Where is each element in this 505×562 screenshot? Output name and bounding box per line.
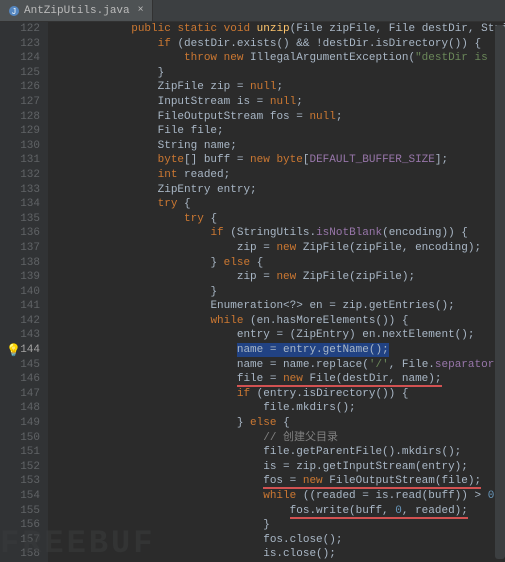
line-number: 152 — [0, 460, 40, 475]
code-line[interactable]: public static void unzip(File zipFile, F… — [52, 22, 505, 37]
code-line[interactable]: } — [52, 66, 505, 81]
line-number: 137 — [0, 241, 40, 256]
code-line[interactable]: int readed; — [52, 168, 505, 183]
code-line[interactable]: name = name.replace('/', File.separatorC… — [52, 358, 505, 373]
code-line[interactable]: fos.close(); — [52, 533, 505, 548]
code-line[interactable]: Enumeration<?> en = zip.getEntries(); — [52, 299, 505, 314]
close-tab-icon[interactable]: × — [138, 5, 144, 16]
code-line[interactable]: is = zip.getInputStream(entry); — [52, 460, 505, 475]
line-number: 127 — [0, 95, 40, 110]
file-tab[interactable]: J AntZipUtils.java × — [0, 0, 153, 21]
code-line[interactable]: name = entry.getName(); — [52, 343, 505, 358]
code-line[interactable]: byte[] buff = new byte[DEFAULT_BUFFER_SI… — [52, 153, 505, 168]
code-line[interactable]: if (entry.isDirectory()) { — [52, 387, 505, 402]
code-line[interactable]: ZipFile zip = null; — [52, 80, 505, 95]
code-line[interactable]: } — [52, 285, 505, 300]
line-number: 140 — [0, 285, 40, 300]
code-line[interactable]: } — [52, 518, 505, 533]
code-line[interactable]: try { — [52, 197, 505, 212]
code-line[interactable]: while (en.hasMoreElements()) { — [52, 314, 505, 329]
line-number: 123 — [0, 37, 40, 52]
line-number: 148 — [0, 401, 40, 416]
line-number: 142 — [0, 314, 40, 329]
code-line[interactable]: if (destDir.exists() && !destDir.isDirec… — [52, 37, 505, 52]
line-number: 156 — [0, 518, 40, 533]
line-number: 124 — [0, 51, 40, 66]
line-number: 143 — [0, 328, 40, 343]
line-number: 129 — [0, 124, 40, 139]
tab-filename: AntZipUtils.java — [24, 5, 130, 17]
line-gutter: 1221231241251261271281291301311321331341… — [0, 22, 48, 562]
code-line[interactable]: file.mkdirs(); — [52, 401, 505, 416]
code-line[interactable]: entry = (ZipEntry) en.nextElement(); — [52, 328, 505, 343]
line-number: 133 — [0, 183, 40, 198]
code-area[interactable]: public static void unzip(File zipFile, F… — [48, 22, 505, 562]
code-line[interactable]: fos = new FileOutputStream(file); — [52, 474, 505, 489]
code-line[interactable]: ZipEntry entry; — [52, 183, 505, 198]
code-line[interactable]: // 创建父目录 — [52, 431, 505, 446]
code-line[interactable]: } else { — [52, 256, 505, 271]
code-line[interactable]: if (StringUtils.isNotBlank(encoding)) { — [52, 226, 505, 241]
line-number: 126 — [0, 80, 40, 95]
code-line[interactable]: zip = new ZipFile(zipFile, encoding); — [52, 241, 505, 256]
code-line[interactable]: file = new File(destDir, name); — [52, 372, 505, 387]
line-number: 139 — [0, 270, 40, 285]
line-number: 149 — [0, 416, 40, 431]
tab-bar: J AntZipUtils.java × — [0, 0, 505, 22]
line-number: 153 — [0, 474, 40, 489]
java-file-icon: J — [8, 5, 20, 17]
line-number: 154 — [0, 489, 40, 504]
line-number: 132 — [0, 168, 40, 183]
line-number: 146 — [0, 372, 40, 387]
line-number: 145 — [0, 358, 40, 373]
line-number: 134 — [0, 197, 40, 212]
line-number: 138 — [0, 256, 40, 271]
line-number: 150 — [0, 431, 40, 446]
code-line[interactable]: zip = new ZipFile(zipFile); — [52, 270, 505, 285]
line-number: 158 — [0, 547, 40, 562]
code-line[interactable]: } else { — [52, 416, 505, 431]
intention-bulb-icon[interactable]: 💡 — [6, 343, 21, 358]
line-number: 122 — [0, 22, 40, 37]
line-number: 130 — [0, 139, 40, 154]
line-number: 135 — [0, 212, 40, 227]
line-number: 147 — [0, 387, 40, 402]
line-number: 131 — [0, 153, 40, 168]
code-line[interactable]: while ((readed = is.read(buff)) > 0) { — [52, 489, 505, 504]
code-line[interactable]: FileOutputStream fos = null; — [52, 110, 505, 125]
code-line[interactable]: String name; — [52, 139, 505, 154]
line-number: 157 — [0, 533, 40, 548]
svg-text:J: J — [12, 7, 16, 16]
code-line[interactable]: try { — [52, 212, 505, 227]
editor-pane: 1221231241251261271281291301311321331341… — [0, 22, 505, 562]
code-line[interactable]: File file; — [52, 124, 505, 139]
code-line[interactable]: fos.write(buff, 0, readed); — [52, 504, 505, 519]
scrollbar[interactable] — [495, 25, 505, 559]
line-number: 141 — [0, 299, 40, 314]
line-number: 128 — [0, 110, 40, 125]
code-line[interactable]: is.close(); — [52, 547, 505, 562]
code-line[interactable]: file.getParentFile().mkdirs(); — [52, 445, 505, 460]
line-number: 136 — [0, 226, 40, 241]
code-line[interactable]: InputStream is = null; — [52, 95, 505, 110]
line-number: 151 — [0, 445, 40, 460]
line-number: 125 — [0, 66, 40, 81]
line-number: 155 — [0, 504, 40, 519]
code-line[interactable]: throw new IllegalArgumentException("dest… — [52, 51, 505, 66]
